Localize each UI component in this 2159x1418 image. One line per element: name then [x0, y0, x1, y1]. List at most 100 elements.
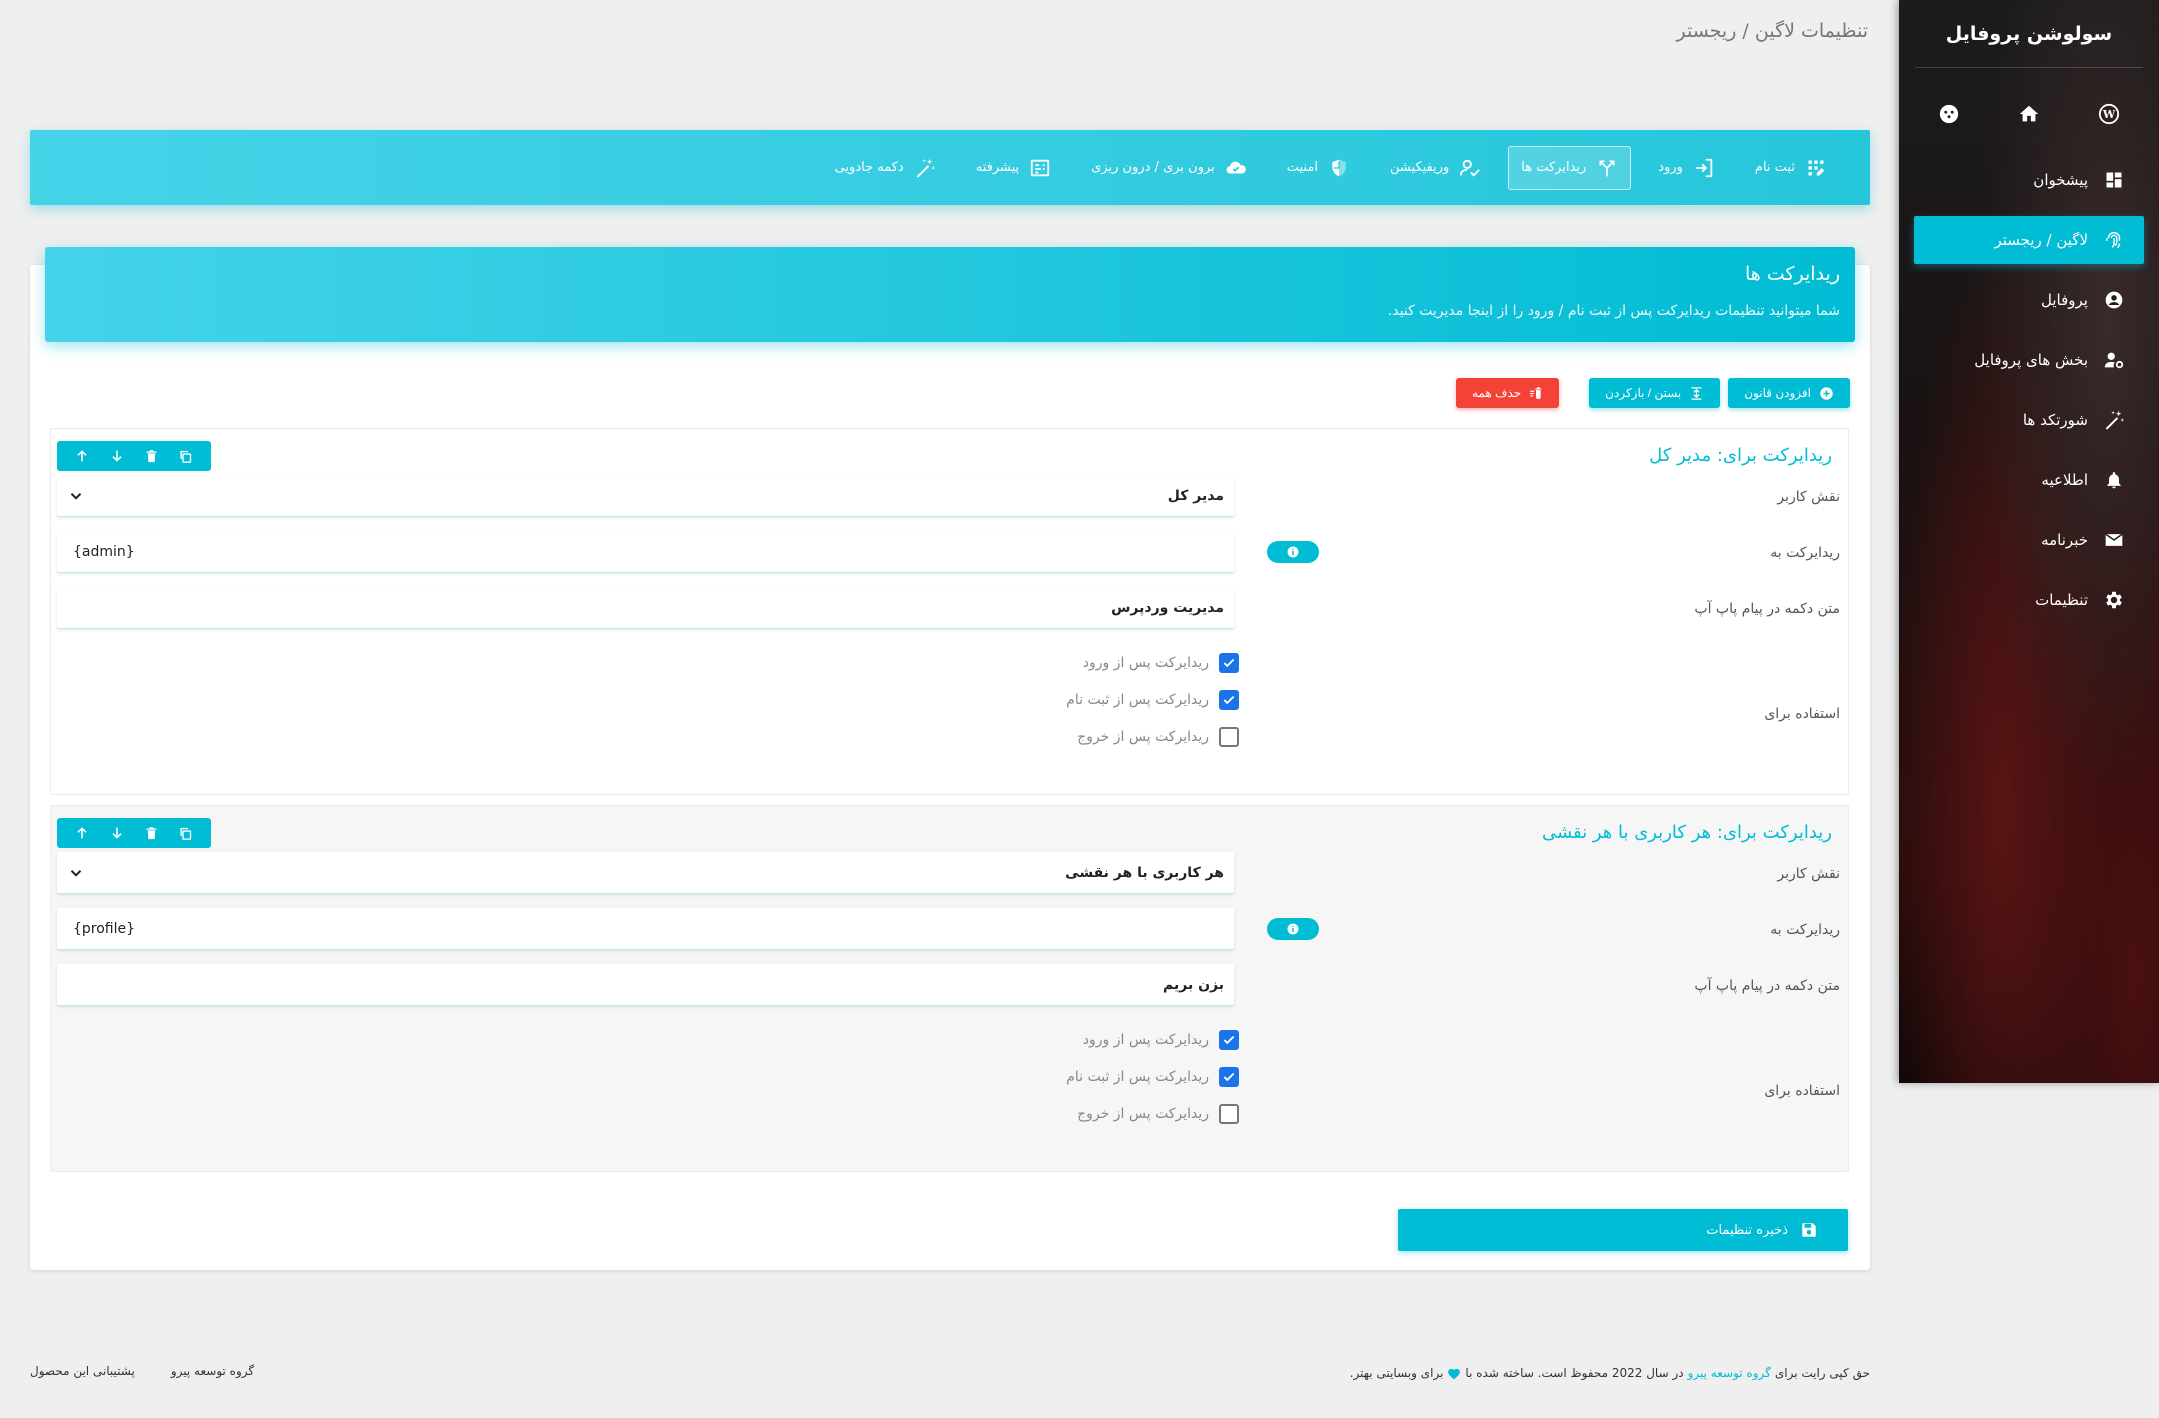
- save-settings-button[interactable]: ذخیره تنظیمات: [1398, 1209, 1848, 1251]
- tab-import-export[interactable]: برون بری / درون ریزی: [1078, 146, 1260, 190]
- after-register-checkbox[interactable]: ریدایرکت پس از ثبت نام: [1066, 681, 1239, 718]
- use-for-checks: ریدایرکت پس از ورود ریدایرکت پس از ثبت ن…: [1066, 1021, 1239, 1132]
- gear-icon: [2102, 588, 2126, 612]
- arrow-down-icon[interactable]: [107, 823, 127, 843]
- magic-wand-icon: [914, 157, 936, 179]
- tab-advanced[interactable]: پیشرفته: [963, 146, 1064, 190]
- chevron-down-icon: [70, 869, 82, 877]
- breadcrumb: تنظیمات لاگین / ریجستر: [1676, 20, 1869, 42]
- login-icon: [1693, 157, 1715, 179]
- sidebar-item-shortcodes[interactable]: شورتکد ها: [1914, 396, 2144, 444]
- sidebar-menu: پیشخوان لاگین / ریجستر پروفایل بخش های پ…: [1899, 156, 2159, 624]
- user-role-select[interactable]: هر کاربری با هر نقشی: [57, 852, 1234, 894]
- chevron-down-icon: [70, 492, 82, 500]
- delete-all-button[interactable]: حذف همه: [1455, 378, 1560, 408]
- check-icon: [1223, 1035, 1235, 1044]
- section-description: شما میتوانید تنظیمات ریدایرکت پس از ثبت …: [1387, 303, 1840, 319]
- tab-register[interactable]: ثبت نام: [1742, 146, 1840, 190]
- section-title: ریدایرکت ها: [1744, 263, 1840, 285]
- advanced-icon: [1029, 157, 1051, 179]
- arrow-up-icon[interactable]: [72, 823, 92, 843]
- info-button[interactable]: [1267, 918, 1319, 940]
- redirect-rule: ریدایرکت برای: مدیر کل نقش کاربر مدیر کل…: [50, 428, 1849, 795]
- arrow-down-icon[interactable]: [107, 446, 127, 466]
- collapse-icon: [1691, 386, 1702, 400]
- footer-link-group[interactable]: گروه توسعه پیرو: [171, 1364, 254, 1378]
- settings-tabs: ثبت نام ورود ریدایرکت ها وریفیکیشن امنیت…: [30, 130, 1870, 205]
- check-icon: [1223, 658, 1235, 667]
- footer-link-support[interactable]: پشتیبانی این محصول: [30, 1364, 135, 1378]
- after-logout-checkbox[interactable]: ریدایرکت پس از خروج: [1066, 1095, 1239, 1132]
- user-role-select[interactable]: مدیر کل: [57, 475, 1234, 517]
- tab-security[interactable]: امنیت: [1274, 146, 1363, 190]
- checkbox-box[interactable]: [1219, 689, 1239, 710]
- user-settings-icon: [2102, 348, 2126, 372]
- magic-wand-icon: [2102, 408, 2126, 432]
- copy-icon[interactable]: [176, 823, 196, 843]
- after-login-checkbox[interactable]: ریدایرکت پس از ورود: [1066, 644, 1239, 681]
- check-icon: [1223, 695, 1235, 704]
- rule-toolbar: [57, 441, 211, 471]
- rule-title: ریدایرکت برای: مدیر کل: [1649, 445, 1832, 466]
- mail-icon: [2102, 528, 2126, 552]
- home-icon[interactable]: [2017, 102, 2041, 126]
- info-icon: [1287, 923, 1299, 935]
- redirects-card: ریدایرکت ها شما میتوانید تنظیمات ریدایرک…: [30, 247, 1870, 1270]
- checkbox-box[interactable]: [1219, 726, 1239, 747]
- tab-verification[interactable]: وریفیکیشن: [1377, 146, 1494, 190]
- delete-sweep-icon: [1530, 387, 1542, 399]
- after-logout-checkbox[interactable]: ریدایرکت پس از خروج: [1066, 718, 1239, 755]
- sidebar-item-settings[interactable]: تنظیمات: [1914, 576, 2144, 624]
- popup-button-text-input[interactable]: مدیریت وردپرس: [57, 587, 1234, 629]
- save-icon: [1802, 1223, 1816, 1237]
- trash-icon[interactable]: [141, 823, 161, 843]
- use-for-checks: ریدایرکت پس از ورود ریدایرکت پس از ثبت ن…: [1066, 644, 1239, 755]
- sidebar-item-profile-sections[interactable]: بخش های پروفایل: [1914, 336, 2144, 384]
- quick-links: W: [1899, 98, 2159, 130]
- redirect-icon: [1596, 157, 1618, 179]
- checkbox-box[interactable]: [1219, 1103, 1239, 1124]
- after-register-checkbox[interactable]: ریدایرکت پس از ثبت نام: [1066, 1058, 1239, 1095]
- support-icon[interactable]: [1937, 102, 1961, 126]
- copy-icon[interactable]: [176, 446, 196, 466]
- info-button[interactable]: [1267, 541, 1319, 563]
- card-header: ریدایرکت ها شما میتوانید تنظیمات ریدایرک…: [45, 247, 1855, 342]
- tab-redirects[interactable]: ریدایرکت ها: [1508, 145, 1632, 190]
- sidebar-item-notifications[interactable]: اطلاعیه: [1914, 456, 2144, 504]
- redirect-rule: ریدایرکت برای: هر کاربری با هر نقشی نقش …: [50, 805, 1849, 1172]
- tab-magic-button[interactable]: دکمه جادویی: [822, 146, 949, 190]
- checkbox-box[interactable]: [1219, 1066, 1239, 1087]
- collapse-expand-button[interactable]: بستن / بازکردن: [1589, 378, 1721, 408]
- after-login-checkbox[interactable]: ریدایرکت پس از ورود: [1066, 1021, 1239, 1058]
- rule-title: ریدایرکت برای: هر کاربری با هر نقشی: [1541, 822, 1832, 843]
- sidebar-item-newsletter[interactable]: خبرنامه: [1914, 516, 2144, 564]
- bell-icon: [2102, 468, 2126, 492]
- register-icon: [1805, 157, 1827, 179]
- redirect-url-input[interactable]: {profile}: [57, 908, 1234, 950]
- info-icon: [1287, 546, 1299, 558]
- sidebar-item-dashboard[interactable]: پیشخوان: [1914, 156, 2144, 204]
- rule-toolbar: [57, 818, 211, 848]
- wordpress-icon[interactable]: W: [2097, 102, 2121, 126]
- fingerprint-icon: [2102, 228, 2126, 252]
- trash-icon[interactable]: [141, 446, 161, 466]
- sidebar-item-profile[interactable]: پروفایل: [1914, 276, 2144, 324]
- checkbox-box[interactable]: [1219, 1029, 1239, 1050]
- cloud-icon: [1225, 157, 1247, 179]
- check-icon: [1223, 1072, 1235, 1081]
- arrow-up-icon[interactable]: [72, 446, 92, 466]
- redirect-url-input[interactable]: {admin}: [57, 531, 1234, 573]
- dashboard-icon: [2102, 168, 2126, 192]
- svg-text:W: W: [2102, 108, 2116, 121]
- heart-icon: [1448, 1368, 1461, 1379]
- checkbox-box[interactable]: [1219, 652, 1239, 673]
- add-rule-button[interactable]: افزودن قانون: [1728, 378, 1850, 408]
- footer-copyright: حق کپی رایت برای گروه توسعه پیرو در سال …: [1349, 1366, 1870, 1380]
- account-circle-icon: [2102, 288, 2126, 312]
- tab-login[interactable]: ورود: [1645, 146, 1728, 190]
- footer-company-link[interactable]: گروه توسعه پیرو: [1688, 1366, 1771, 1380]
- sidebar-item-login-register[interactable]: لاگین / ریجستر: [1914, 216, 2144, 264]
- popup-button-text-input[interactable]: بزن بریم: [57, 964, 1234, 1006]
- footer-links: گروه توسعه پیرو پشتیبانی این محصول: [30, 1364, 254, 1378]
- brand-title: سولوشن پروفایل: [1915, 0, 2143, 68]
